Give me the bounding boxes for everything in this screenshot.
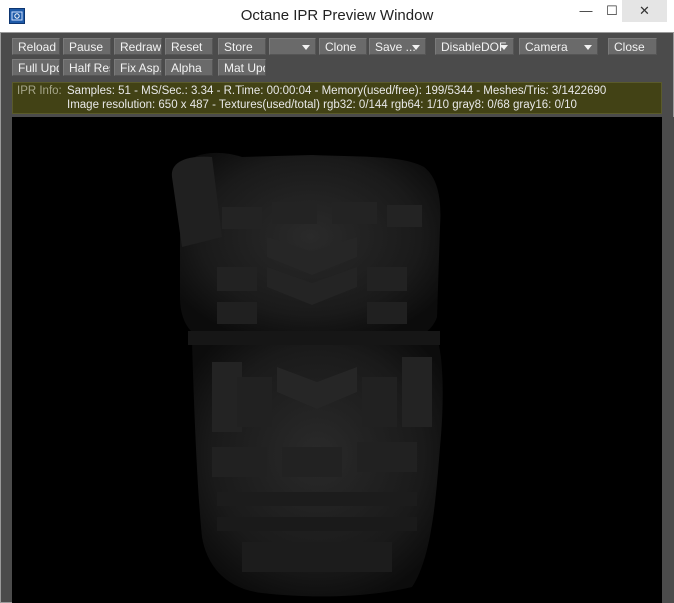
window-right-edge [662,117,674,603]
full-update-label: Full Upd. [18,61,59,75]
save-dropdown[interactable]: Save ... [369,38,426,55]
camera-label: Camera [525,40,568,54]
reset-label: Reset [171,40,203,54]
store-label: Store [224,40,253,54]
pause-button[interactable]: Pause [63,38,111,55]
ipr-info-label: IPR Info: [17,85,62,97]
title-bar: Octane IPR Preview Window — ☐ ✕ [0,0,674,32]
store-slot-dropdown[interactable] [269,38,316,55]
store-button[interactable]: Store [218,38,266,55]
close-label: Close [614,40,645,54]
render-viewport[interactable] [12,117,662,603]
reload-label: Reload [18,40,57,54]
disable-dof-dropdown[interactable]: DisableDOF [435,38,514,55]
close-window-button[interactable]: ✕ [622,0,667,22]
toolbar: Reload Pause Redraw Reset Store Clone Sa… [12,38,662,78]
chevron-down-icon [302,45,310,50]
mat-update-label: Mat Upd [224,61,266,75]
half-res-label: Half Res [69,61,111,75]
reload-button[interactable]: Reload [12,38,60,55]
chevron-down-icon [584,45,592,50]
fix-aspect-button[interactable]: Fix Asp. [114,59,162,76]
rendered-vest-image [171,152,443,597]
alpha-label: Alpha [171,61,202,75]
pause-label: Pause [69,40,104,54]
half-res-button[interactable]: Half Res [63,59,111,76]
reset-button[interactable]: Reset [165,38,213,55]
chevron-down-icon [412,45,420,50]
full-update-button[interactable]: Full Upd. [12,59,60,76]
close-button[interactable]: Close [608,38,657,55]
mat-update-button[interactable]: Mat Upd [218,59,266,76]
ipr-stats-line: Samples: 51 - MS/Sec.: 3.34 - R.Time: 00… [67,85,607,97]
clone-button[interactable]: Clone [319,38,367,55]
save-label: Save ... [375,40,416,54]
redraw-button[interactable]: Redraw [114,38,162,55]
fix-aspect-label: Fix Asp. [120,61,162,75]
ipr-resolution-line: Image resolution: 650 x 487 - Textures(u… [67,99,577,111]
disable-dof-label: DisableDOF [441,40,507,54]
camera-dropdown[interactable]: Camera [519,38,598,55]
clone-label: Clone [325,40,357,54]
redraw-label: Redraw [120,40,162,54]
chevron-down-icon [500,45,508,50]
alpha-button[interactable]: Alpha [165,59,213,76]
ipr-info-panel: IPR Info: Samples: 51 - MS/Sec.: 3.34 - … [12,82,662,114]
